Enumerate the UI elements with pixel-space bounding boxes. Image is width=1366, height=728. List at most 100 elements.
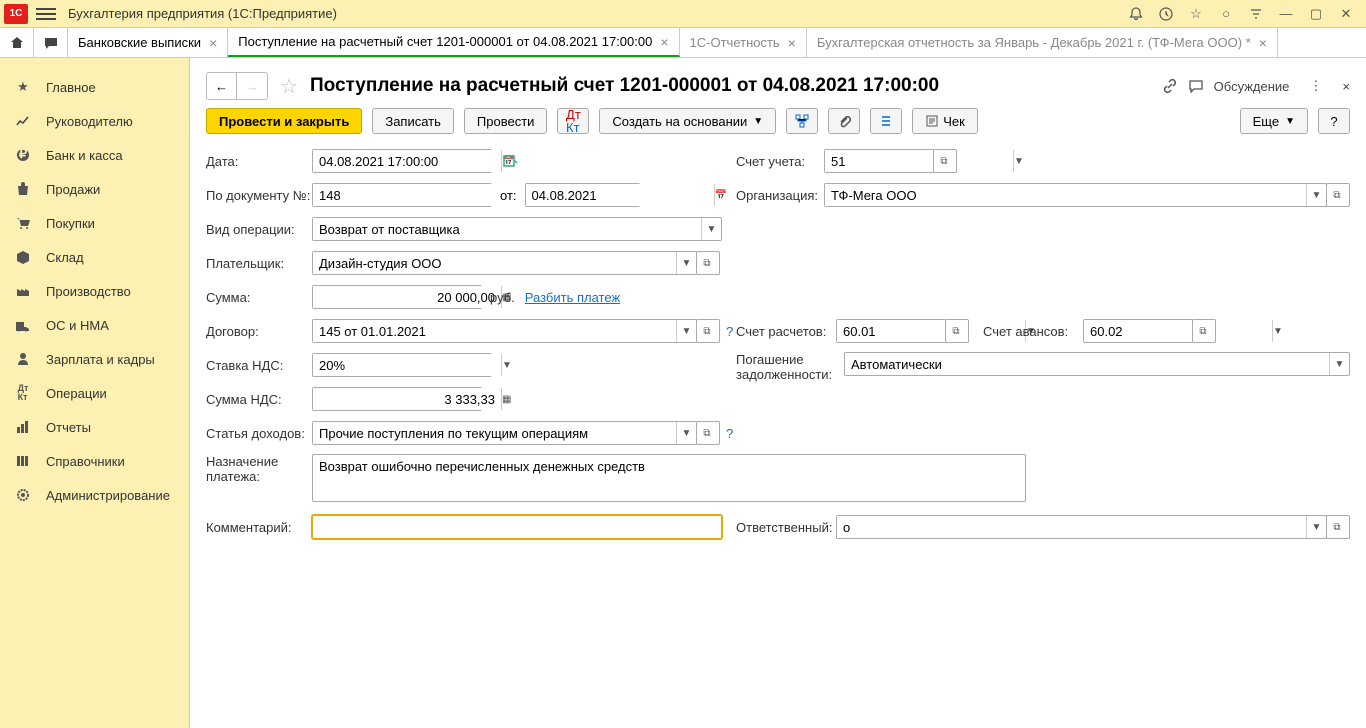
open-button[interactable]: ⧉ (696, 319, 720, 343)
link-icon[interactable] (1162, 78, 1178, 94)
vat-amount-input[interactable]: ▦ (312, 387, 482, 411)
amount-input[interactable]: ▦ (312, 285, 482, 309)
open-button[interactable]: ⧉ (1326, 183, 1350, 207)
sidebar-item-admin[interactable]: Администрирование (0, 478, 189, 512)
tab-1c-reporting[interactable]: 1С-Отчетность× (680, 28, 807, 57)
write-button[interactable]: Записать (372, 108, 454, 134)
close-icon[interactable]: × (1259, 35, 1267, 51)
sidebar-item-salary[interactable]: Зарплата и кадры (0, 342, 189, 376)
contract-select[interactable]: ▼ (312, 319, 697, 343)
sidebar-item-purchases[interactable]: Покупки (0, 206, 189, 240)
chevron-down-icon[interactable]: ▼ (676, 252, 696, 274)
chevron-down-icon[interactable]: ▼ (1306, 516, 1326, 538)
help-button[interactable]: ? (1318, 108, 1350, 134)
more-button[interactable]: Еще▼ (1240, 108, 1308, 134)
star-icon[interactable]: ☆ (1188, 6, 1204, 22)
sidebar-item-bank[interactable]: ₽Банк и касса (0, 138, 189, 172)
structure-button[interactable] (786, 108, 818, 134)
open-button[interactable]: ⧉ (696, 421, 720, 445)
calc-icon[interactable]: ▦ (501, 388, 511, 410)
home-icon[interactable] (0, 28, 34, 57)
history-icon[interactable] (1158, 6, 1174, 22)
nav-back-forward[interactable]: ← → (206, 72, 268, 100)
settle-acc-select[interactable]: ▼ (836, 319, 946, 343)
maximize-icon[interactable]: ▢ (1308, 6, 1324, 22)
account-select[interactable]: ▼ (824, 149, 934, 173)
attach-button[interactable] (828, 108, 860, 134)
debt-select[interactable]: ▼ (844, 352, 1350, 376)
chevron-down-icon[interactable]: ▼ (501, 354, 512, 376)
circle-icon[interactable]: ○ (1218, 6, 1234, 22)
sidebar-item-sales[interactable]: Продажи (0, 172, 189, 206)
comment-input[interactable] (312, 515, 722, 539)
open-button[interactable]: ⧉ (696, 251, 720, 275)
list-button[interactable] (870, 108, 902, 134)
chevron-down-icon[interactable]: ▼ (701, 218, 721, 240)
payer-select[interactable]: ▼ (312, 251, 697, 275)
tab-accounting-report[interactable]: Бухгалтерская отчетность за Январь - Дек… (807, 28, 1278, 57)
post-button[interactable]: Провести (464, 108, 548, 134)
sidebar-item-operations[interactable]: ДтКтОперации (0, 376, 189, 410)
doc-date-input[interactable]: 📅 (525, 183, 640, 207)
date-input[interactable]: 📅 (312, 149, 492, 173)
external-icon[interactable]: ⧉ (1193, 320, 1213, 342)
close-icon[interactable]: × (660, 34, 668, 50)
open-button[interactable]: ⧉ (945, 319, 969, 343)
external-icon[interactable]: ⧉ (1327, 516, 1347, 538)
filter-icon[interactable] (1248, 6, 1264, 22)
favorite-icon[interactable]: ☆ (280, 74, 298, 99)
chevron-down-icon[interactable]: ▼ (1013, 150, 1024, 172)
open-button[interactable]: ⧉ (1192, 319, 1216, 343)
advance-acc-select[interactable]: ▼ (1083, 319, 1193, 343)
forward-icon[interactable]: → (237, 73, 267, 99)
tab-bank-statements[interactable]: Банковские выписки× (68, 28, 228, 57)
close-window-icon[interactable]: ✕ (1338, 6, 1354, 22)
minimize-icon[interactable]: — (1278, 6, 1294, 22)
external-icon[interactable]: ⧉ (934, 150, 954, 172)
close-icon[interactable]: × (209, 35, 217, 51)
external-icon[interactable]: ⧉ (697, 422, 717, 444)
discuss-label[interactable]: Обсуждение (1214, 79, 1290, 94)
org-select[interactable]: ▼ (824, 183, 1327, 207)
chevron-down-icon[interactable]: ▼ (676, 422, 696, 444)
income-item-select[interactable]: ▼ (312, 421, 697, 445)
op-type-select[interactable]: ▼ (312, 217, 722, 241)
split-payment-link[interactable]: Разбить платеж (525, 290, 620, 305)
sidebar-item-os[interactable]: ОС и НМА (0, 308, 189, 342)
close-icon[interactable]: × (788, 35, 796, 51)
chevron-down-icon[interactable]: ▼ (1272, 320, 1283, 342)
kebab-icon[interactable]: ⋮ (1309, 78, 1322, 94)
dtkt-button[interactable]: ДтКт (557, 108, 589, 134)
post-close-button[interactable]: Провести и закрыть (206, 108, 362, 134)
discuss-icon[interactable] (1188, 78, 1204, 94)
sidebar-item-reports[interactable]: Отчеты (0, 410, 189, 444)
open-button[interactable]: ⧉ (1326, 515, 1350, 539)
chat-icon[interactable] (34, 28, 68, 57)
menu-icon[interactable] (36, 8, 56, 20)
calendar-icon[interactable]: 📅 (714, 184, 727, 206)
external-icon[interactable]: ⧉ (1327, 184, 1347, 206)
help-icon[interactable]: ? (726, 426, 733, 441)
doc-no-input[interactable] (312, 183, 492, 207)
sidebar-item-manager[interactable]: Руководителю (0, 104, 189, 138)
back-icon[interactable]: ← (207, 73, 237, 99)
chevron-down-icon[interactable]: ▼ (676, 320, 696, 342)
sidebar-item-production[interactable]: Производство (0, 274, 189, 308)
vat-rate-select[interactable]: ▼ (312, 353, 492, 377)
help-icon[interactable]: ? (726, 324, 733, 339)
bell-icon[interactable] (1128, 6, 1144, 22)
open-button[interactable]: ⧉ (933, 149, 957, 173)
check-button[interactable]: Чек (912, 108, 978, 134)
chevron-down-icon[interactable]: ▼ (1329, 353, 1349, 375)
sidebar-item-warehouse[interactable]: Склад (0, 240, 189, 274)
sidebar-item-main[interactable]: ★Главное (0, 70, 189, 104)
create-based-button[interactable]: Создать на основании▼ (599, 108, 776, 134)
responsible-select[interactable]: ▼ (836, 515, 1327, 539)
tab-receipt[interactable]: Поступление на расчетный счет 1201-00000… (228, 28, 679, 57)
close-page-icon[interactable]: × (1342, 79, 1350, 94)
chevron-down-icon[interactable]: ▼ (1306, 184, 1326, 206)
external-icon[interactable]: ⧉ (946, 320, 966, 342)
external-icon[interactable]: ⧉ (697, 252, 717, 274)
purpose-textarea[interactable]: Возврат ошибочно перечисленных денежных … (312, 454, 1026, 502)
external-icon[interactable]: ⧉ (697, 320, 717, 342)
